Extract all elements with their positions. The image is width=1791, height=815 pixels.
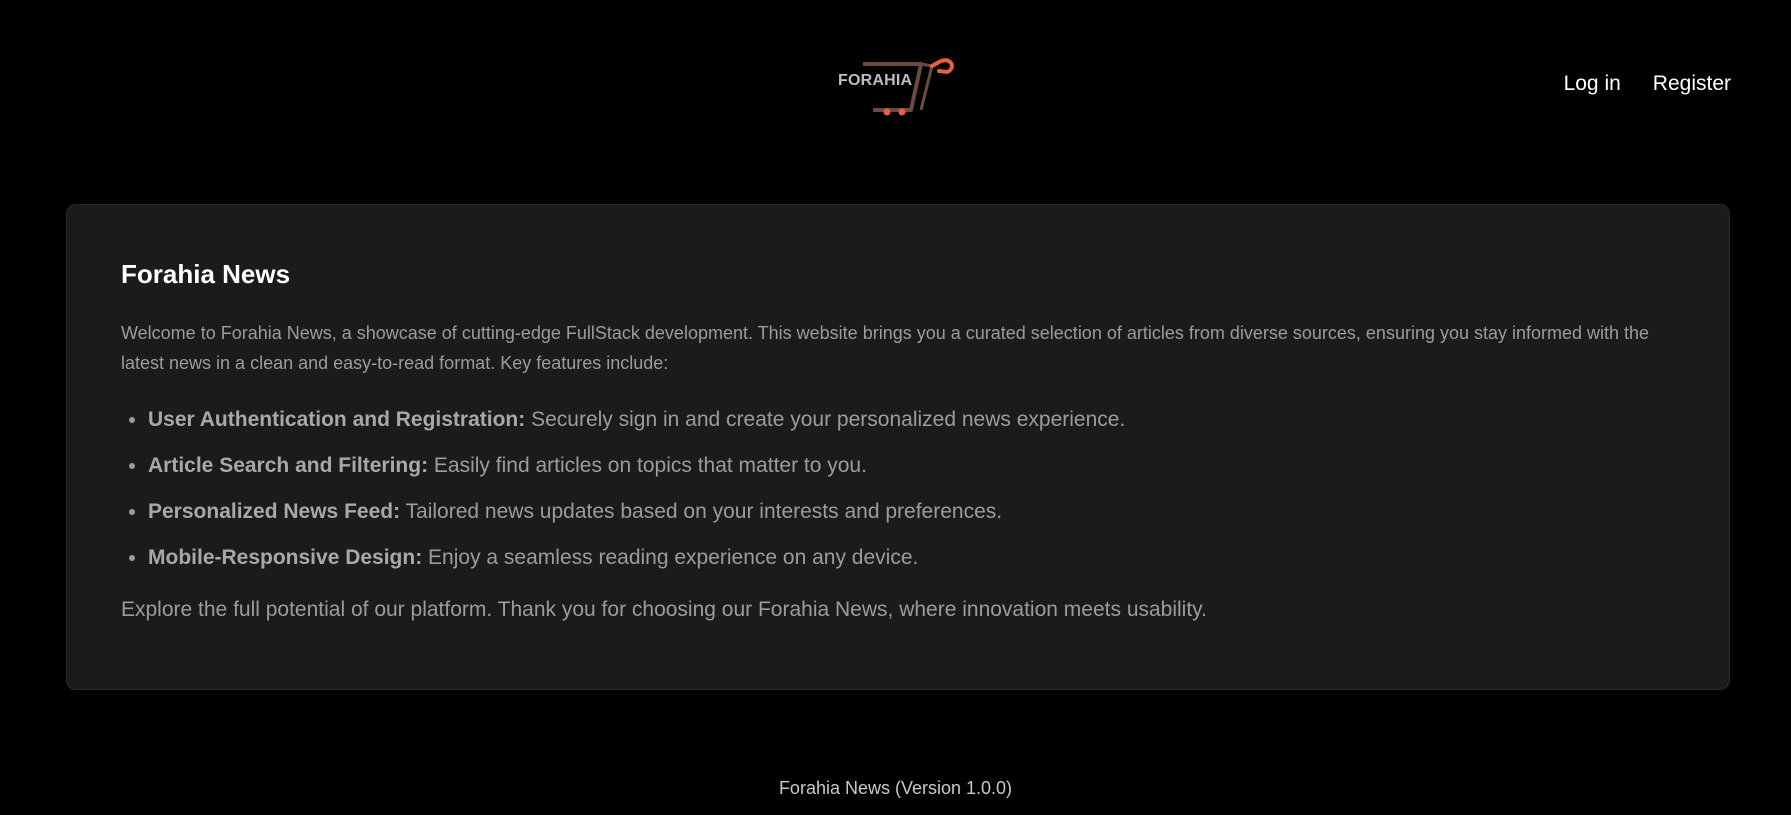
feature-text: Enjoy a seamless reading experience on a…	[422, 546, 919, 570]
feature-title: Article Search and Filtering:	[148, 454, 429, 478]
feature-item: Personalized News Feed: Tailored news up…	[148, 498, 1675, 526]
feature-item: Mobile-Responsive Design: Enjoy a seamle…	[148, 544, 1675, 572]
feature-text: Securely sign in and create your persona…	[525, 408, 1126, 432]
feature-text: Easily find articles on topics that matt…	[428, 454, 867, 478]
intro-paragraph: Welcome to Forahia News, a showcase of c…	[121, 323, 1650, 374]
site-header: FORAHIA Log in Register	[0, 0, 1791, 160]
feature-title: Mobile-Responsive Design:	[148, 546, 423, 570]
feature-item: User Authentication and Registration: Se…	[148, 406, 1675, 434]
about-card: Forahia News Welcome to Forahia News, a …	[66, 204, 1730, 690]
feature-text: Tailored news updates based on your inte…	[400, 500, 1003, 524]
page-title: Forahia News	[121, 259, 291, 289]
forahia-logo[interactable]: FORAHIA	[835, 54, 961, 118]
site-footer: Forahia News (Version 1.0.0)	[778, 778, 1013, 798]
features-list: User Authentication and Registration: Se…	[121, 406, 1675, 572]
feature-title: Personalized News Feed:	[148, 500, 401, 524]
logo-text: FORAHIA	[838, 72, 913, 89]
feature-title: User Authentication and Registration:	[148, 408, 526, 432]
closing-paragraph: Explore the full potential of our platfo…	[121, 598, 1207, 622]
feature-item: Article Search and Filtering: Easily fin…	[148, 452, 1675, 480]
login-link[interactable]: Log in	[1564, 72, 1621, 96]
header-nav: Log in Register	[1564, 72, 1731, 96]
register-link[interactable]: Register	[1653, 72, 1731, 96]
page: FORAHIA Log in Register Forahia News Wel…	[0, 0, 1791, 815]
